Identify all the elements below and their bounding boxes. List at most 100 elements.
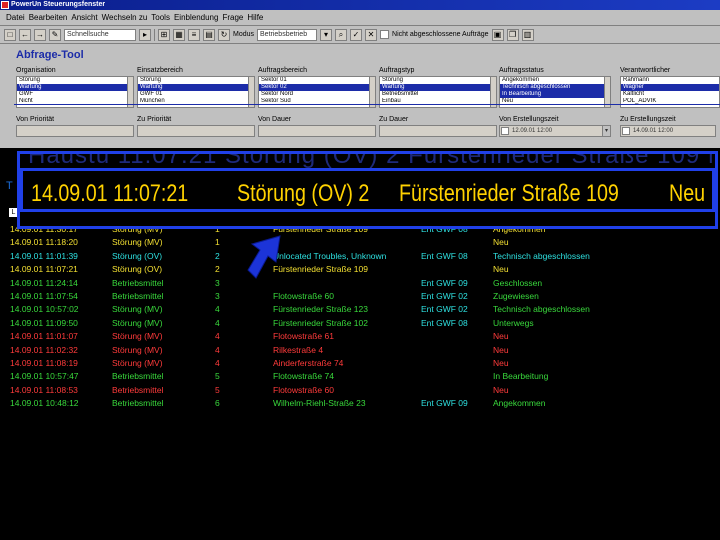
scrollbar[interactable] [369, 77, 375, 107]
list-option[interactable]: Rahmann [621, 77, 719, 84]
list-option[interactable]: Sektor 01 [259, 77, 375, 84]
table-row[interactable]: 14.09.01 11:18:20 Störung (MV) 1 Neu [10, 236, 720, 249]
cell-datetime: 14.09.01 11:07:54 [10, 290, 78, 301]
list-option-selected[interactable]: Wartung [380, 84, 496, 91]
enable-checkbox[interactable] [622, 127, 630, 135]
search-go-icon[interactable]: ▸ [139, 28, 151, 41]
menu-ansicht[interactable]: Ansicht [71, 13, 97, 22]
cell-location: Rilkestraße 4 [273, 344, 324, 355]
list-option-selected[interactable]: Technisch abgeschlossen [500, 84, 610, 91]
list-option[interactable]: Störung [17, 77, 133, 84]
menu-einblendung[interactable]: Einblendung [174, 13, 218, 22]
list-option[interactable]: Störung [380, 77, 496, 84]
open-orders-label: Nicht abgeschlossene Aufträge [392, 31, 489, 38]
filter-label: Verantwortlicher [620, 67, 671, 74]
table-row[interactable]: 14.09.01 10:48:12 Betriebsmittel 6 Wilhelm-… [10, 397, 720, 410]
mode-dropdown-icon[interactable]: ▾ [320, 28, 333, 41]
quick-search-input[interactable]: Schnellsuche [64, 28, 136, 41]
menu-hilfe[interactable]: Hilfe [247, 13, 263, 22]
von-dauer-input[interactable] [258, 125, 376, 137]
stop-icon[interactable]: ✕ [365, 28, 378, 41]
list-option[interactable]: Betriebsmittel [380, 91, 496, 98]
cell-datetime: 14.09.01 11:08:19 [10, 357, 78, 368]
list-option-selected[interactable]: Wartung [17, 84, 133, 91]
table-row[interactable]: 14.09.01 11:07:54 Betriebsmittel 3 Flotowst… [10, 290, 720, 303]
menu-tools[interactable]: Tools [151, 13, 170, 22]
cell-type: Störung (OV) [112, 264, 163, 275]
von-erstellungszeit-input[interactable]: 12.09.01 12:00 ▾ [499, 125, 611, 137]
cell-gwf: Ent GWF 08 [421, 317, 468, 328]
filter-label: Zu Priorität [137, 116, 172, 123]
copy-icon[interactable]: ❐ [506, 28, 519, 41]
open-orders-checkbox[interactable] [380, 30, 390, 39]
export-icon[interactable]: ▣ [491, 28, 504, 41]
filter-icon[interactable]: ⊞ [158, 28, 170, 41]
forward-icon[interactable]: → [34, 28, 46, 41]
table-row[interactable]: 14.09.01 11:01:39 Störung (OV) 2 Unlocated … [10, 250, 720, 263]
toolbar: □ ← → ✎ Schnellsuche ▸ ⊞ ▦ ≡ ▤ ↻ Modus B… [0, 26, 720, 44]
chevron-down-icon[interactable]: ▾ [602, 126, 610, 136]
scrollbar[interactable] [127, 77, 133, 107]
pin-icon[interactable]: ✎ [49, 28, 61, 41]
menu-bearbeiten[interactable]: Bearbeiten [29, 13, 68, 22]
cell-datetime: 14.09.01 11:07:21 [10, 264, 78, 275]
cell-location: Fürstenrieder Straße 123 [273, 304, 368, 315]
scrollbar[interactable] [490, 77, 496, 107]
scrollbar[interactable] [604, 77, 610, 107]
list-option[interactable]: Angekommen [500, 77, 610, 84]
zu-erstellungszeit-input[interactable]: 14.09.01 12:00 [620, 125, 716, 137]
cell-status: In Bearbeitung [493, 371, 549, 382]
table-row[interactable]: 14.09.01 11:01:07 Störung (MV) 4 Flotowstra… [10, 330, 720, 343]
query-panel-title: Abfrage-Tool [16, 49, 84, 61]
table-row[interactable]: 14.09.01 10:57:47 Betriebsmittel 5 Flotowst… [10, 370, 720, 383]
filter-label: Auftragstyp [379, 67, 415, 74]
list-option-selected[interactable]: In Bearbeitung [500, 91, 610, 98]
menu-datei[interactable]: Datei [6, 13, 25, 22]
list-option[interactable]: Sektor Nord [259, 91, 375, 98]
menu-frage[interactable]: Frage [222, 13, 243, 22]
table-row[interactable]: 14.09.01 10:57:02 Störung (MV) 4 Fürstenrie… [10, 303, 720, 316]
list-option[interactable]: GWF 01 [138, 91, 254, 98]
zu-prioritaet-input[interactable] [137, 125, 255, 137]
cell-datetime: 14.09.01 11:24:14 [10, 277, 78, 288]
table-row[interactable]: 14.09.01 11:08:53 Betriebsmittel 5 Flotowst… [10, 384, 720, 397]
cell-datetime: 14.09.01 11:09:50 [10, 317, 78, 328]
table-row[interactable]: 14.09.01 11:07:21 Störung (OV) 2 Fürstenrie… [10, 263, 720, 276]
table-row[interactable]: 14.09.01 11:08:19 Störung (MV) 4 Ainderfers… [10, 357, 720, 370]
scrollbar[interactable] [248, 77, 254, 107]
table-row[interactable]: 14.09.01 11:24:14 Betriebsmittel 3 Ent GWF … [10, 277, 720, 290]
grid-icon[interactable]: ▦ [173, 28, 185, 41]
list-option-selected[interactable]: Wagner [621, 84, 719, 91]
mode-select[interactable]: Betriebsbetrieb [257, 28, 318, 41]
list-option-selected[interactable]: Wartung [138, 84, 254, 91]
search-icon[interactable]: ⌕ [335, 28, 348, 41]
menu-wechseln-zu[interactable]: Wechseln zu [102, 13, 148, 22]
left-edge [0, 148, 8, 540]
table-row[interactable]: 14.09.01 11:02:32 Störung (MV) 4 Rilkestraß… [10, 344, 720, 357]
enable-checkbox[interactable] [501, 127, 509, 135]
zu-dauer-input[interactable] [379, 125, 497, 137]
check-icon[interactable]: ✓ [350, 28, 363, 41]
von-prioritaet-input[interactable] [16, 125, 134, 137]
paste-icon[interactable]: ▥ [521, 28, 534, 41]
list-icon[interactable]: ▤ [203, 28, 215, 41]
orders-table: 14.09.01 11:30:17 Störung (MV) 1 Fürstenrie… [10, 223, 720, 410]
list-option-selected[interactable]: Sektor 02 [259, 84, 375, 91]
table-row[interactable]: 14.09.01 11:09:50 Störung (MV) 4 Fürstenrie… [10, 317, 720, 330]
cell-type: Störung (MV) [112, 357, 163, 368]
toolbar-separator [154, 28, 155, 41]
document-icon[interactable]: ≡ [188, 28, 200, 41]
zoom-callout: Haustü 11:07:21 Störung (OV) 2 Fürstenri… [17, 151, 718, 229]
refresh-icon[interactable]: ↻ [218, 28, 230, 41]
filter-label: Zu Dauer [379, 116, 409, 123]
cell-type: Störung (MV) [112, 237, 163, 248]
back-icon[interactable]: ← [19, 28, 31, 41]
list-option[interactable]: GWF [17, 91, 133, 98]
filter-von-prioritaet: Von Priorität [16, 115, 134, 137]
cell-status: Neu [493, 237, 509, 248]
list-option[interactable]: Kaltlicht [621, 91, 719, 98]
list-option[interactable]: Störung [138, 77, 254, 84]
cell-priority: 6 [215, 398, 220, 409]
new-icon[interactable]: □ [4, 28, 16, 41]
cell-datetime: 14.09.01 10:48:12 [10, 398, 79, 409]
